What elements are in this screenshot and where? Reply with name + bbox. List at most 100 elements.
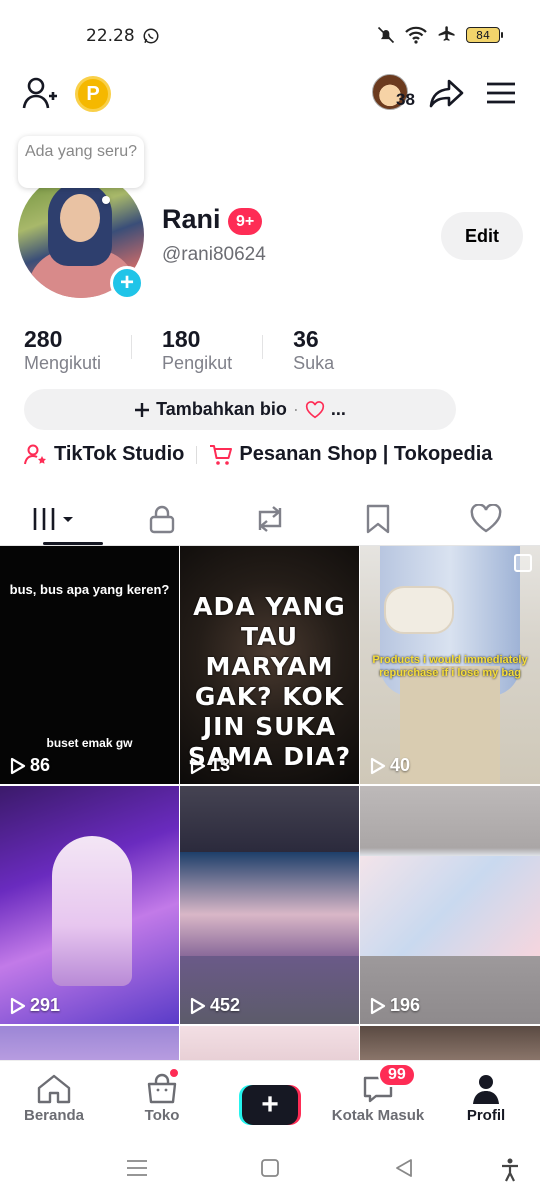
video-thumbnail[interactable]: bus, bus apa yang keren? buset emak gw 8… (0, 546, 179, 784)
airplane-icon (438, 26, 455, 41)
heart-icon (470, 503, 502, 532)
stat-label: Mengikuti (24, 353, 102, 373)
accessibility-icon[interactable] (500, 1158, 520, 1182)
share-arrow-icon (429, 79, 464, 108)
nav-shop-label: Toko (144, 1107, 180, 1124)
nav-create[interactable]: + (216, 1061, 324, 1140)
menu-button[interactable] (484, 78, 518, 108)
user-star-icon (24, 444, 46, 464)
view-count-value: 452 (210, 995, 241, 1015)
play-icon (10, 997, 26, 1014)
video-thumbnail[interactable] (0, 1026, 179, 1060)
stat-value: 36 (293, 326, 319, 352)
recent-apps-icon[interactable] (126, 1158, 148, 1178)
video-thumbnail[interactable]: 291 (0, 786, 179, 1024)
bookmark-icon (366, 504, 390, 533)
home-icon (37, 1074, 71, 1104)
create-button[interactable]: + (239, 1085, 301, 1125)
inbox-badge: 99 (378, 1063, 416, 1087)
plus-icon: + (242, 1085, 298, 1125)
add-bio-button[interactable]: Tambahkan bio · ... (24, 389, 456, 430)
home-system-icon[interactable] (260, 1158, 280, 1178)
cart-icon (210, 444, 233, 465)
stat-followers[interactable]: 180 Pengikut (162, 325, 262, 374)
plus-icon (135, 402, 150, 417)
video-thumbnail[interactable]: 452 (180, 786, 359, 1024)
notification-badge[interactable]: 9+ (228, 208, 263, 235)
view-count-value: 291 (30, 995, 61, 1015)
profile-stats: 280 Mengikuti 180 Pengikut 36 Suka (24, 325, 364, 374)
battery-indicator: 84 (466, 27, 503, 43)
tab-liked[interactable] (432, 492, 540, 545)
tiktok-studio-link[interactable]: TikTok Studio (24, 443, 184, 466)
status-bubble[interactable]: Ada yang seru? (18, 136, 144, 204)
edit-profile-button[interactable]: Edit (441, 212, 523, 260)
nav-profile[interactable]: Profil (432, 1061, 540, 1140)
view-count: 196 (370, 995, 420, 1016)
heart-outline-icon (305, 400, 324, 418)
view-count: 86 (10, 755, 50, 776)
nav-home-label: Beranda (23, 1107, 85, 1124)
whatsapp-icon (143, 28, 159, 44)
view-count-value: 86 (30, 755, 51, 775)
view-count: 452 (190, 995, 240, 1016)
tab-videos[interactable] (0, 492, 108, 545)
divider (131, 335, 133, 359)
video-caption: ADA YANG TAU MARYAM GAK? KOK JIN SUKA SA… (187, 592, 352, 771)
stat-value: 180 (162, 326, 201, 352)
nav-inbox-label: Kotak Masuk (331, 1107, 425, 1124)
video-thumbnail[interactable] (360, 1026, 540, 1060)
video-thumbnail[interactable]: Products i would immediately repurchase … (360, 546, 540, 784)
profile-visitors-count: 38 (396, 90, 415, 109)
video-grid: bus, bus apa yang keren? buset emak gw 8… (0, 546, 540, 1060)
add-bio-more: ... (330, 399, 346, 419)
view-count: 291 (10, 995, 60, 1016)
view-count: 40 (370, 755, 410, 776)
tab-reposts[interactable] (216, 492, 324, 545)
dot-separator: · (292, 399, 299, 419)
profile-name: Rani (162, 204, 221, 234)
lock-icon (149, 505, 175, 533)
tab-private[interactable] (108, 492, 216, 545)
coins-button[interactable]: P (75, 76, 111, 112)
stat-likes[interactable]: 36 Suka (293, 325, 364, 374)
stat-value: 280 (24, 326, 63, 352)
play-icon (370, 997, 386, 1014)
hamburger-icon (487, 82, 515, 104)
tiktok-studio-label: TikTok Studio (54, 443, 185, 465)
video-thumbnail[interactable]: 196 (360, 786, 540, 1024)
multi-photo-icon (514, 554, 532, 572)
profile-person-icon (473, 1075, 499, 1104)
videos-grid-icon (33, 507, 73, 530)
video-thumbnail[interactable] (180, 1026, 359, 1060)
status-bubble-text: Ada yang seru? (24, 143, 138, 160)
stat-following[interactable]: 280 Mengikuti (24, 325, 131, 374)
add-bio-label: Tambahkan bio (156, 399, 287, 419)
view-count-value: 196 (390, 995, 421, 1015)
nav-inbox[interactable]: 99 Kotak Masuk (324, 1061, 432, 1140)
play-icon (190, 997, 206, 1014)
view-count-value: 13 (210, 755, 231, 775)
shop-orders-label: Pesanan Shop | Tokopedia (239, 443, 493, 465)
repost-icon (258, 505, 282, 532)
divider (262, 335, 264, 359)
video-caption: Products i would immediately repurchase … (372, 654, 528, 679)
add-user-icon (22, 77, 57, 109)
bell-muted-icon (377, 26, 395, 44)
add-friend-button[interactable] (20, 74, 60, 112)
status-icons: 84 (376, 25, 503, 45)
share-profile-button[interactable] (428, 76, 466, 110)
tab-favorites[interactable] (324, 492, 432, 545)
video-thumbnail[interactable]: ADA YANG TAU MARYAM GAK? KOK JIN SUKA SA… (180, 546, 359, 784)
add-story-button[interactable]: + (110, 266, 144, 300)
back-icon[interactable] (394, 1158, 414, 1178)
system-navigation (0, 1140, 540, 1200)
video-caption: buset emak gw (46, 736, 133, 750)
shop-orders-link[interactable]: Pesanan Shop | Tokopedia (209, 443, 492, 466)
profile-links: TikTok Studio Pesanan Shop | Tokopedia (24, 443, 492, 466)
shop-notification-dot (168, 1067, 180, 1079)
play-icon (10, 757, 26, 774)
view-count: 13 (190, 755, 230, 776)
nav-home[interactable]: Beranda (0, 1061, 108, 1140)
nav-shop[interactable]: Toko (108, 1061, 216, 1140)
